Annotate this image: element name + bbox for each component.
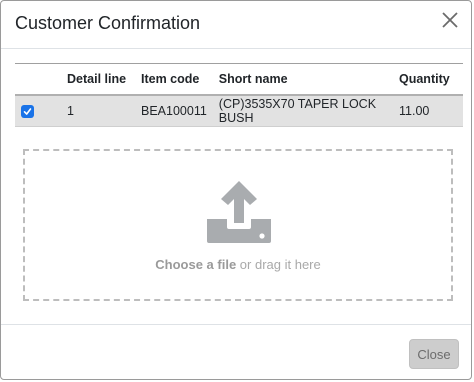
customer-confirmation-dialog: Customer Confirmation Detail line Item c… — [0, 0, 472, 380]
dialog-title: Customer Confirmation — [15, 13, 201, 33]
column-header-select — [15, 63, 61, 96]
dialog-header: Customer Confirmation — [1, 1, 471, 49]
dialog-footer: Close — [1, 324, 471, 379]
column-header-quantity: Quantity — [393, 63, 463, 96]
file-dropzone[interactable]: Choose a file or drag it here — [23, 149, 453, 301]
cell-quantity: 11.00 — [393, 95, 463, 127]
table-row[interactable]: 1 BEA100011 (CP)3535X70 TAPER LOCK BUSH … — [15, 95, 463, 127]
items-table: Detail line Item code Short name Quantit… — [15, 63, 463, 127]
row-select-cell — [15, 95, 61, 127]
drag-hint-text: or drag it here — [236, 257, 321, 272]
column-header-item-code: Item code — [135, 63, 213, 96]
close-button[interactable]: Close — [409, 339, 459, 369]
column-header-short-name: Short name — [212, 63, 393, 96]
dropzone-text: Choose a file or drag it here — [25, 257, 451, 272]
cell-item-code: BEA100011 — [135, 95, 213, 127]
table-header-row: Detail line Item code Short name Quantit… — [15, 63, 463, 96]
column-header-detail-line: Detail line — [61, 63, 135, 96]
cell-detail-line: 1 — [61, 95, 135, 127]
check-icon — [23, 108, 32, 115]
close-icon[interactable] — [439, 9, 461, 31]
items-table-container: Detail line Item code Short name Quantit… — [15, 63, 463, 127]
upload-icon — [207, 179, 271, 250]
choose-file-link[interactable]: Choose a file — [155, 257, 236, 272]
cell-short-name: (CP)3535X70 TAPER LOCK BUSH — [212, 95, 393, 127]
row-checkbox[interactable] — [21, 105, 34, 119]
